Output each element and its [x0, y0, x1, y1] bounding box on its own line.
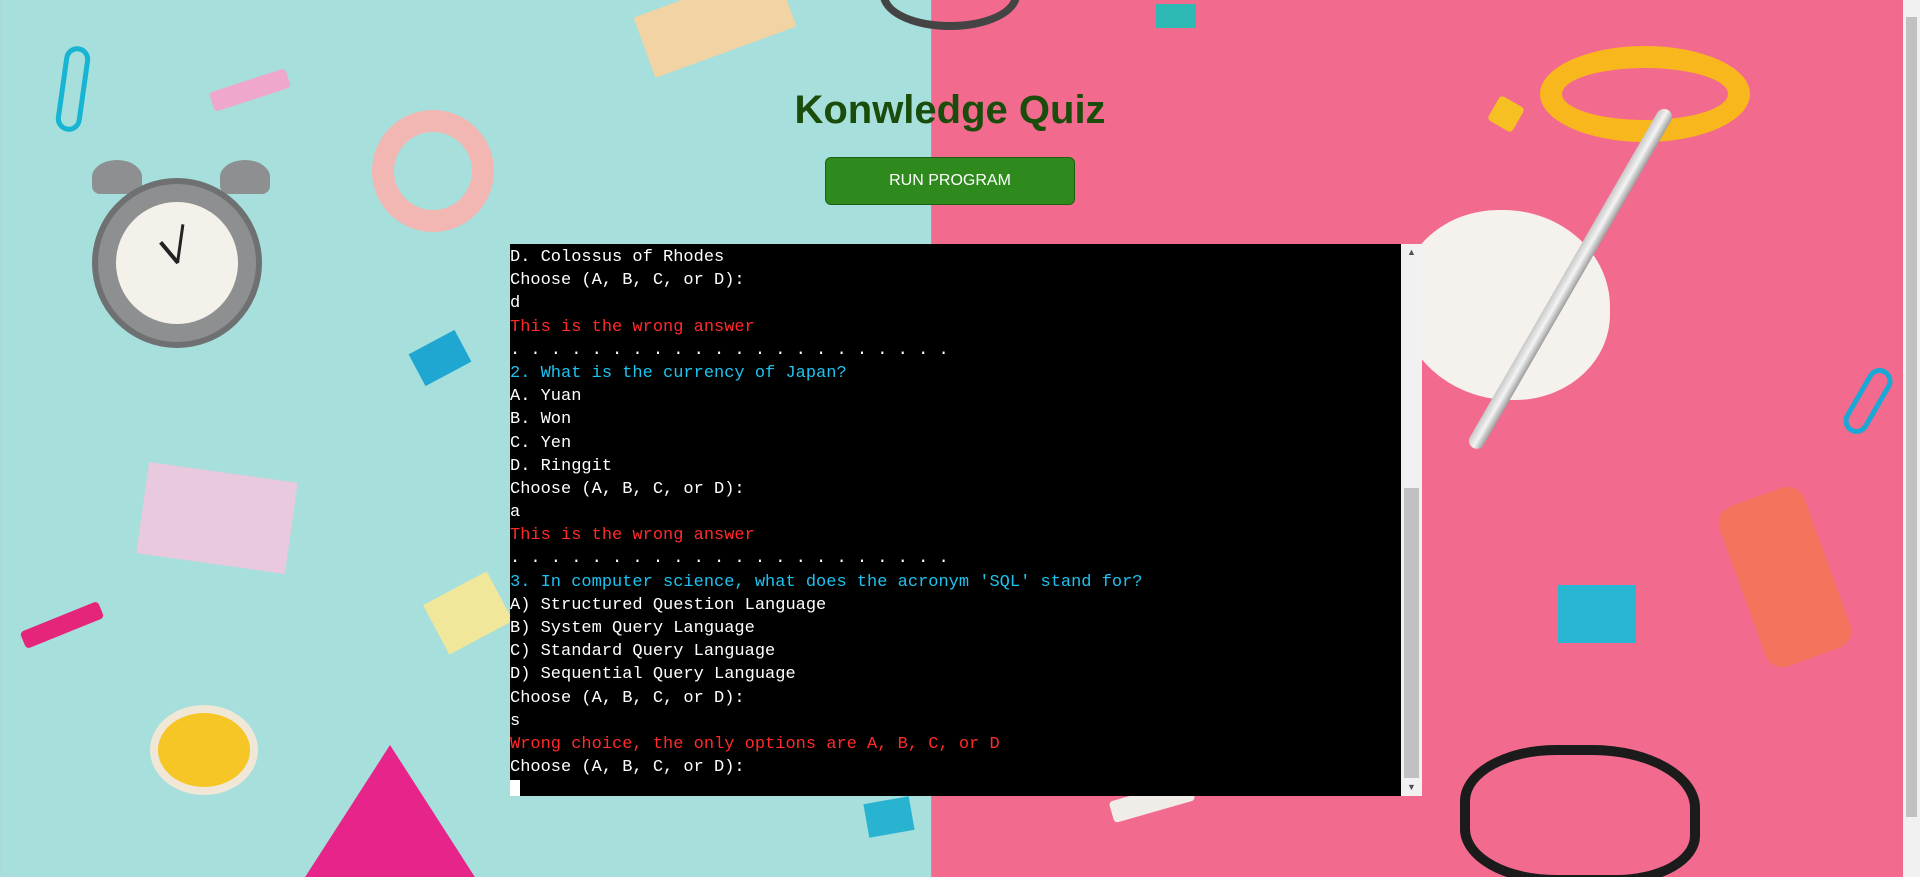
eraser-decoration [136, 462, 298, 574]
scroll-down-arrow-icon[interactable]: ▼ [1401, 779, 1422, 796]
push-flag-decoration [408, 329, 472, 387]
terminal-line: B) System Query Language [510, 619, 755, 638]
terminal-input-line[interactable] [510, 779, 1401, 796]
binder-clip-blue-decoration [1558, 585, 1636, 643]
terminal-line: Wrong choice, the only options are A, B,… [510, 734, 1000, 754]
clock-face [116, 202, 238, 324]
terminal-line: d [510, 294, 521, 314]
clock-minute-hand [176, 224, 185, 264]
clothespin-magenta-decoration [19, 600, 105, 650]
terminal-line: C. Yen [510, 433, 572, 453]
push-flag-bottom-decoration [863, 796, 915, 838]
terminal-line: Choose (A, B, C, or D): [510, 688, 745, 708]
binder-clip-yellow-decoration [423, 571, 513, 655]
eraser-orange-decoration [1713, 481, 1857, 673]
terminal-cursor [510, 780, 520, 796]
terminal-output: D. Colossus of Rhodes Choose (A, B, C, or… [510, 244, 1401, 796]
triangle-ruler-decoration [300, 745, 480, 877]
terminal-scrollbar[interactable]: ▲ ▼ [1401, 244, 1422, 796]
terminal-line: a [510, 503, 521, 523]
terminal[interactable]: D. Colossus of Rhodes Choose (A, B, C, or… [510, 244, 1422, 796]
terminal-line: Choose (A, B, C, or D): [510, 271, 745, 291]
terminal-line: . . . . . . . . . . . . . . . . . . . . … [510, 340, 949, 360]
terminal-line: This is the wrong answer [510, 317, 755, 337]
terminal-line: C) Standard Query Language [510, 642, 776, 662]
alarm-bell-right-decoration [220, 160, 270, 194]
scroll-up-arrow-icon[interactable]: ▲ [1401, 244, 1422, 261]
magnifier-lens-decoration [880, 0, 1020, 30]
terminal-line: D. Ringgit [510, 456, 613, 476]
terminal-line: D) Sequential Query Language [510, 665, 796, 685]
paint-jar-decoration [150, 705, 258, 795]
terminal-line: . . . . . . . . . . . . . . . . . . . . … [510, 549, 949, 569]
terminal-scroll-thumb[interactable] [1404, 488, 1419, 778]
terminal-line: 3. In computer science, what does the ac… [510, 572, 1143, 592]
page-title: Konwledge Quiz [794, 88, 1106, 132]
page-scroll-thumb[interactable] [1906, 17, 1917, 817]
terminal-line: Choose (A, B, C, or D): [510, 479, 745, 499]
ruler-decoration [633, 0, 797, 78]
terminal-line: Choose (A, B, C, or D): [510, 758, 745, 778]
run-program-button[interactable]: RUN PROGRAM [825, 157, 1075, 205]
terminal-line: A. Yuan [510, 387, 582, 407]
terminal-line: A) Structured Question Language [510, 595, 827, 615]
alarm-clock-decoration [92, 178, 262, 348]
page-scrollbar[interactable] [1903, 0, 1920, 877]
terminal-line: This is the wrong answer [510, 526, 755, 546]
terminal-line: B. Won [510, 410, 572, 430]
binder-clip-teal-decoration [1156, 4, 1196, 28]
terminal-line: D. Colossus of Rhodes [510, 248, 725, 267]
paperclip-right-decoration [1838, 363, 1898, 439]
cloud-note-decoration [1400, 210, 1610, 400]
terminal-line: 2. What is the currency of Japan? [510, 363, 847, 383]
terminal-line: s [510, 711, 521, 731]
glasses-decoration [1460, 745, 1700, 877]
